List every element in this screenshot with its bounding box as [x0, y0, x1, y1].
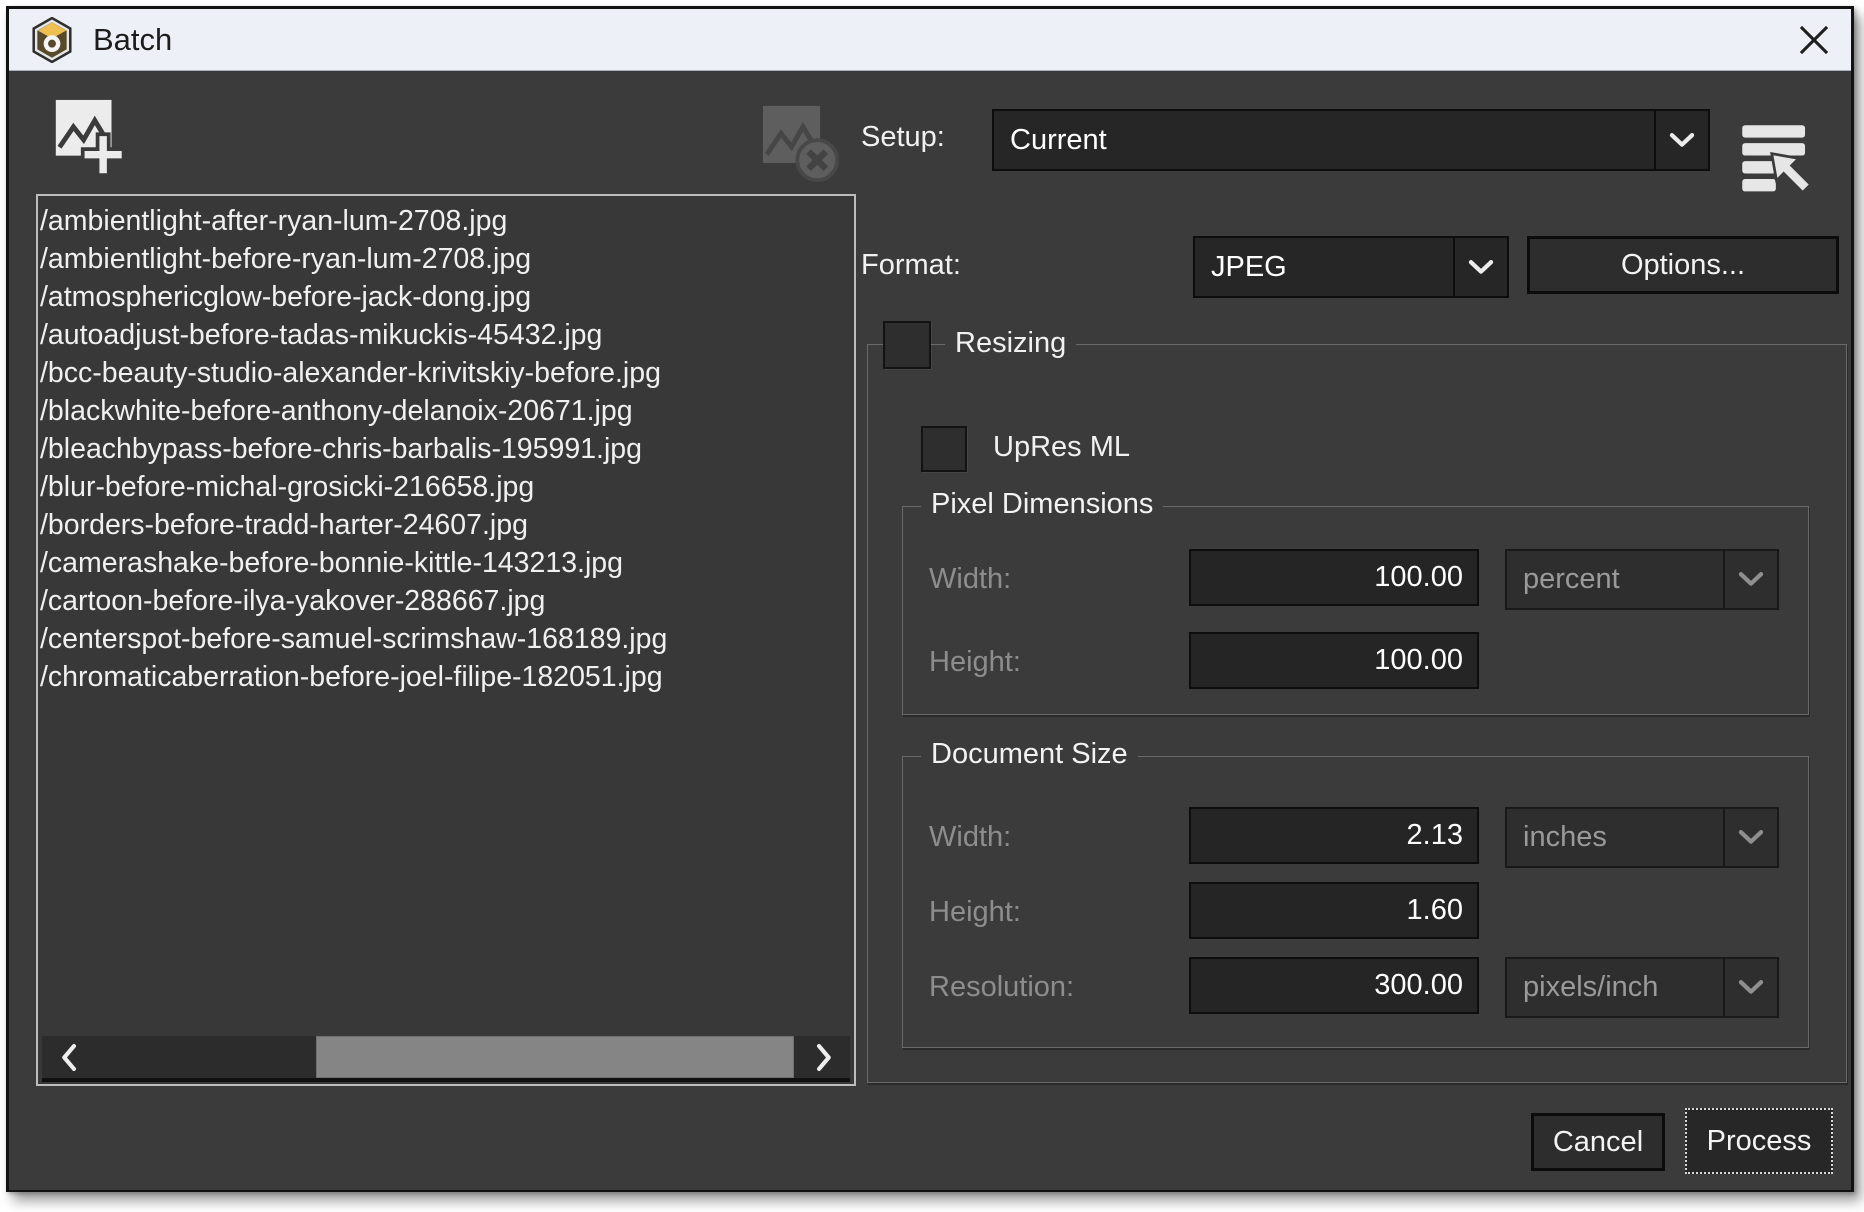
format-label: Format: [861, 249, 961, 282]
ds-resolution-label: Resolution: [929, 971, 1074, 1004]
format-select[interactable]: JPEG [1193, 236, 1509, 298]
horizontal-scrollbar[interactable] [42, 1036, 850, 1078]
ds-width-input[interactable] [1189, 807, 1479, 864]
ds-resolution-unit-select: pixels/inch [1505, 957, 1779, 1018]
file-list-item[interactable]: /blackwhite-before-anthony-delanoix-2067… [38, 392, 854, 430]
remove-images-icon [759, 103, 845, 183]
upres-ml-checkbox[interactable] [921, 426, 967, 472]
ds-height-label: Height: [929, 896, 1021, 929]
file-list-item[interactable]: /centerspot-before-samuel-scrimshaw-1681… [38, 620, 854, 658]
file-list: /ambientlight-after-ryan-lum-2708.jpg/am… [38, 202, 854, 696]
chevron-down-icon [1723, 959, 1777, 1016]
pd-width-unit-value: percent [1507, 551, 1723, 608]
upres-ml-label: UpRes ML [993, 431, 1130, 464]
apply-preset-icon[interactable] [1741, 123, 1813, 197]
resizing-checkbox[interactable] [883, 321, 931, 369]
chevron-right-icon[interactable] [798, 1036, 850, 1078]
chevron-down-icon [1453, 238, 1507, 296]
options-button[interactable]: Options... [1527, 236, 1839, 294]
dialog-title: Batch [93, 22, 172, 58]
ds-resolution-unit-value: pixels/inch [1507, 959, 1723, 1016]
pixel-dimensions-title: Pixel Dimensions [921, 488, 1163, 521]
ds-resolution-input[interactable] [1189, 957, 1479, 1014]
setup-select[interactable]: Current [992, 109, 1710, 171]
ds-width-unit-value: inches [1507, 809, 1723, 866]
scrollbar-track[interactable] [94, 1036, 798, 1078]
file-list-item[interactable]: /chromaticaberration-before-joel-filipe-… [38, 658, 854, 696]
screenshot-stage: Batch [0, 0, 1864, 1212]
ds-width-unit-select: inches [1505, 807, 1779, 868]
pd-width-label: Width: [929, 563, 1011, 596]
close-icon[interactable] [1791, 17, 1837, 63]
chevron-left-icon[interactable] [42, 1036, 94, 1078]
file-list-item[interactable]: /ambientlight-after-ryan-lum-2708.jpg [38, 202, 854, 240]
pd-height-label: Height: [929, 646, 1021, 679]
format-select-value: JPEG [1195, 238, 1453, 296]
file-list-item[interactable]: /cartoon-before-ilya-yakover-288667.jpg [38, 582, 854, 620]
file-list-item[interactable]: /autoadjust-before-tadas-mikuckis-45432.… [38, 316, 854, 354]
chevron-down-icon [1654, 111, 1708, 169]
setup-select-value: Current [994, 111, 1654, 169]
file-list-box[interactable]: /ambientlight-after-ryan-lum-2708.jpg/am… [36, 194, 856, 1086]
pd-height-input[interactable] [1189, 632, 1479, 689]
file-list-item[interactable]: /blur-before-michal-grosicki-216658.jpg [38, 468, 854, 506]
pd-width-unit-select: percent [1505, 549, 1779, 610]
on1-hexagon-logo-icon [31, 17, 73, 63]
chevron-down-icon [1723, 551, 1777, 608]
add-images-icon[interactable] [53, 97, 131, 179]
file-list-item[interactable]: /bcc-beauty-studio-alexander-krivitskiy-… [38, 354, 854, 392]
setup-label: Setup: [861, 121, 945, 154]
dialog-body: Setup: Current [9, 71, 1851, 1190]
file-list-item[interactable]: /ambientlight-before-ryan-lum-2708.jpg [38, 240, 854, 278]
process-button[interactable]: Process [1685, 1108, 1833, 1174]
batch-dialog-window: Batch [6, 6, 1854, 1192]
file-list-item[interactable]: /atmosphericglow-before-jack-dong.jpg [38, 278, 854, 316]
title-bar: Batch [9, 9, 1851, 71]
resizing-label: Resizing [945, 327, 1076, 360]
ds-height-input[interactable] [1189, 882, 1479, 939]
document-size-title: Document Size [921, 738, 1138, 771]
scrollbar-thumb[interactable] [316, 1036, 795, 1078]
chevron-down-icon [1723, 809, 1777, 866]
file-list-item[interactable]: /bleachbypass-before-chris-barbalis-1959… [38, 430, 854, 468]
cancel-button[interactable]: Cancel [1531, 1113, 1665, 1171]
file-list-item[interactable]: /camerashake-before-bonnie-kittle-143213… [38, 544, 854, 582]
ds-width-label: Width: [929, 821, 1011, 854]
pd-width-input[interactable] [1189, 549, 1479, 606]
file-list-item[interactable]: /borders-before-tradd-harter-24607.jpg [38, 506, 854, 544]
